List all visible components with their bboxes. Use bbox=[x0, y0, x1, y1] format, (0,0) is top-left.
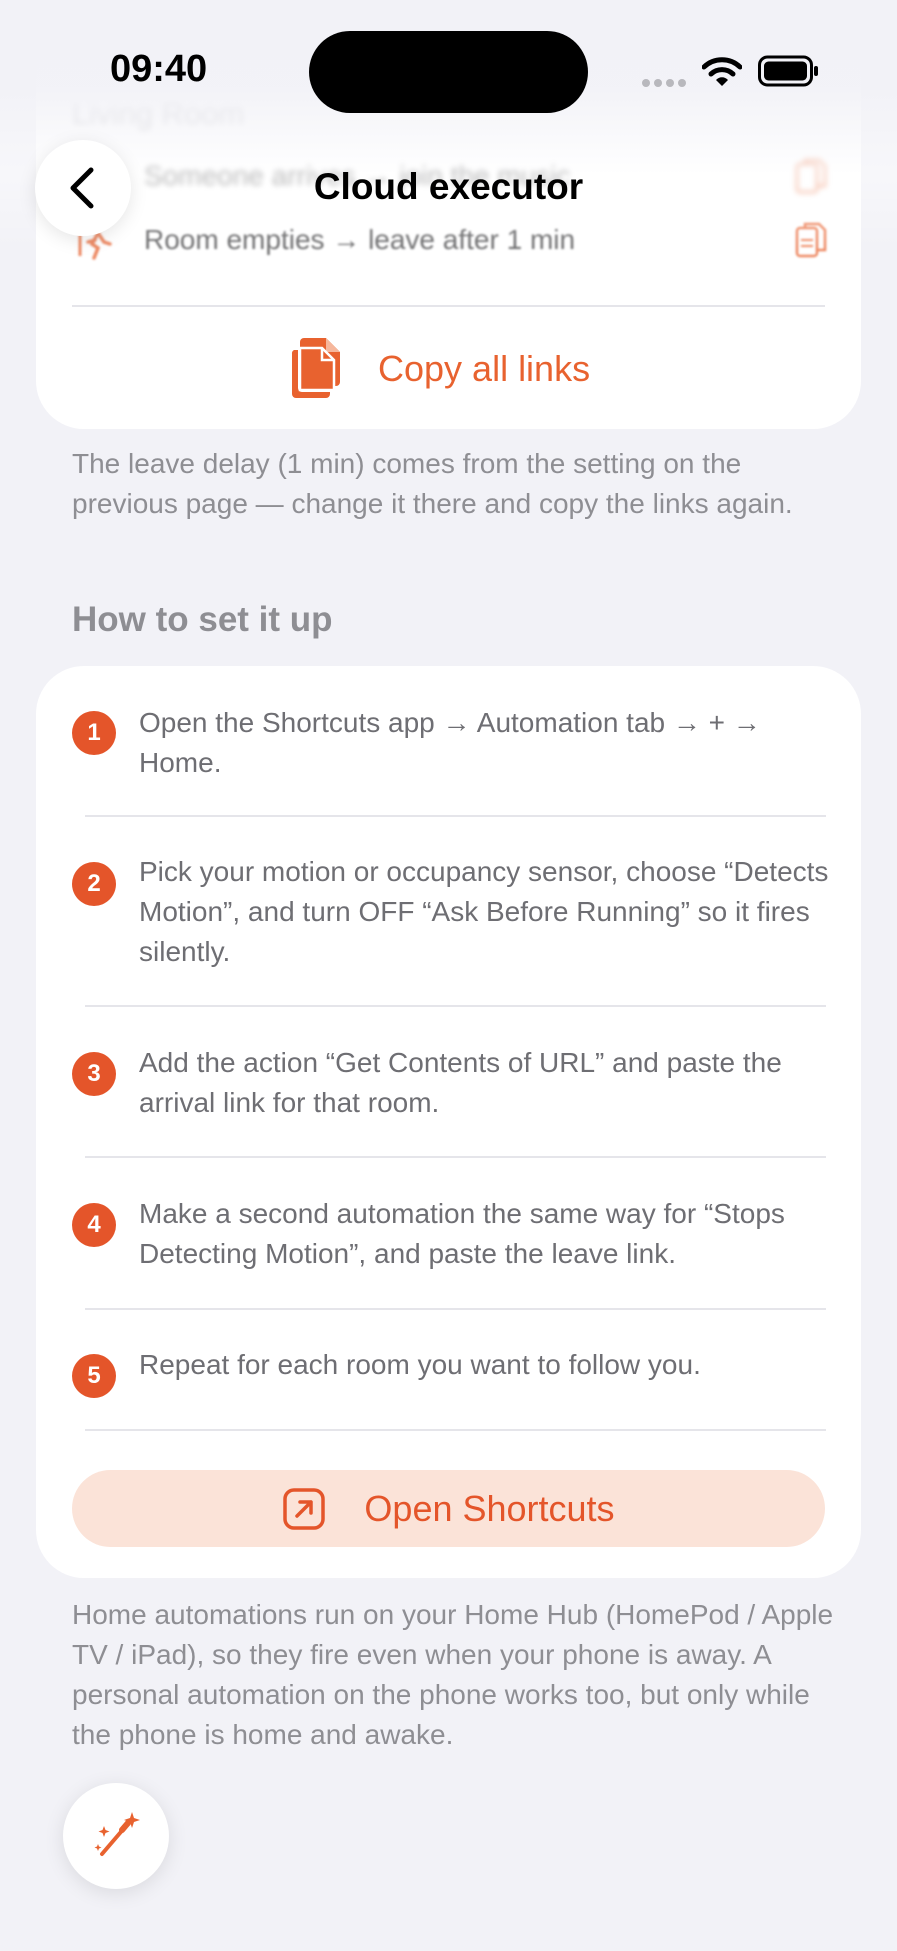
link-row-label: Room empties → leave after 1 min bbox=[144, 224, 576, 255]
divider bbox=[85, 815, 826, 817]
link-row-leave[interactable]: Room empties → leave after 1 min bbox=[36, 210, 861, 276]
leave-delay-note: The leave delay (1 min) comes from the s… bbox=[72, 448, 793, 519]
step-text: Repeat for each room you want to follow … bbox=[139, 1349, 701, 1380]
divider bbox=[85, 1308, 826, 1310]
wifi-icon bbox=[702, 57, 742, 86]
step-text: Pick your motion or occupancy sensor, ch… bbox=[139, 856, 829, 967]
open-shortcuts-button[interactable]: Open Shortcuts bbox=[72, 1470, 825, 1547]
open-shortcuts-label: Open Shortcuts bbox=[364, 1487, 615, 1529]
step-number-badge: 4 bbox=[72, 1203, 116, 1247]
documents-icon bbox=[290, 336, 342, 403]
step-text: Open the Shortcuts app → Automation tab … bbox=[139, 707, 761, 778]
step-text: Make a second automation the same way fo… bbox=[139, 1198, 785, 1269]
step-number-badge: 3 bbox=[72, 1052, 116, 1096]
step-text: Add the action “Get Contents of URL” and… bbox=[139, 1047, 782, 1118]
divider bbox=[85, 1156, 826, 1158]
divider bbox=[85, 1005, 826, 1007]
setup-section-title: How to set it up bbox=[72, 600, 333, 639]
step-number-badge: 5 bbox=[72, 1354, 116, 1398]
divider bbox=[72, 305, 825, 307]
step-number-badge: 1 bbox=[72, 711, 116, 755]
signal-icon bbox=[642, 79, 686, 87]
copy-all-links-label: Copy all links bbox=[378, 348, 591, 389]
status-time: 09:40 bbox=[110, 48, 208, 90]
external-link-icon bbox=[283, 1487, 326, 1530]
magic-wand-icon bbox=[94, 1812, 140, 1856]
battery-icon bbox=[758, 55, 818, 87]
home-hub-note: Home automations run on your Home Hub (H… bbox=[72, 1599, 834, 1750]
page-title: Cloud executor bbox=[313, 166, 584, 207]
room-section-label: Living Room bbox=[72, 96, 245, 131]
copy-icon[interactable] bbox=[795, 220, 827, 260]
setup-steps-card: 1 Open the Shortcuts app → Automation ta… bbox=[36, 666, 861, 1578]
copy-all-links-button[interactable]: Copy all links bbox=[290, 334, 590, 404]
step-number-badge: 2 bbox=[72, 862, 116, 906]
magic-wand-button[interactable] bbox=[63, 1783, 169, 1889]
divider bbox=[85, 1429, 826, 1431]
dynamic-island bbox=[309, 31, 588, 113]
